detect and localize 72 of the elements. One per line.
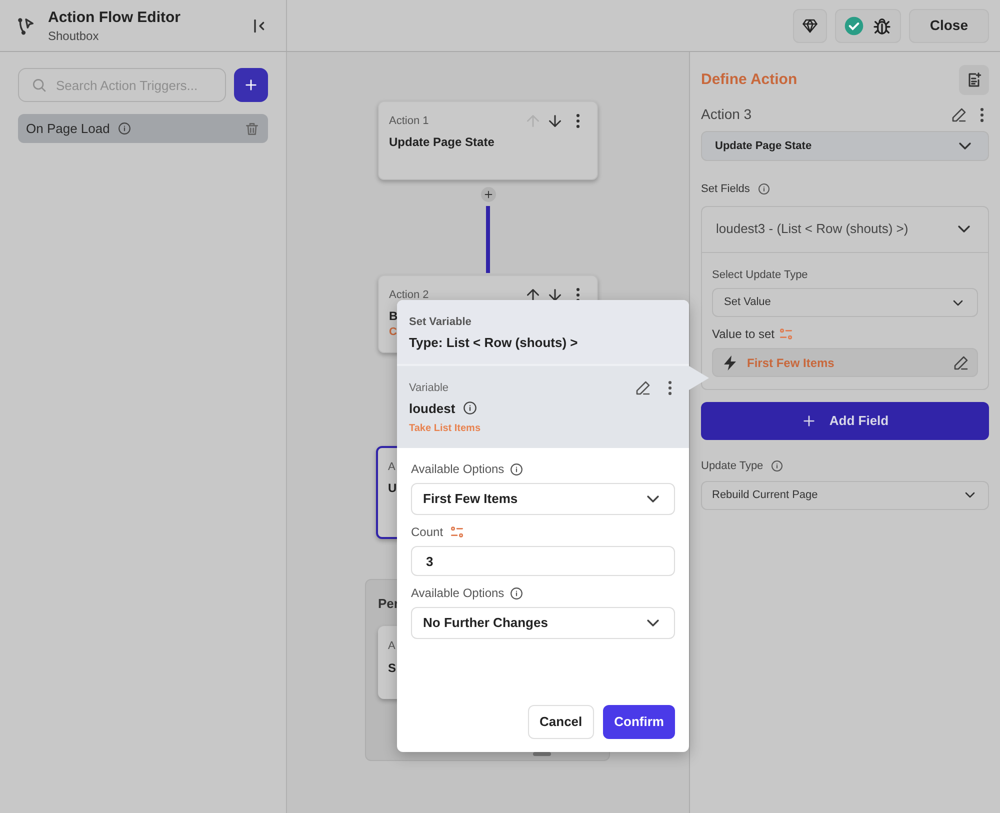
update-type-dropdown[interactable]: Set Value <box>712 288 978 317</box>
action-title: Update Page State <box>389 134 494 150</box>
icon-button[interactable] <box>792 8 827 42</box>
action-number: Action 1 <box>389 114 429 128</box>
variable-icon <box>778 326 794 342</box>
field-label: Variable <box>409 381 450 396</box>
section-label: Update Type <box>701 459 764 474</box>
info-icon <box>463 401 478 416</box>
more-icon[interactable] <box>980 108 984 122</box>
field-label: Select Update Type <box>712 268 809 282</box>
variable-name: loudest <box>409 400 456 418</box>
info-icon <box>510 586 524 600</box>
search-field[interactable]: Search Action Triggers... <box>18 68 226 102</box>
pencil-icon[interactable] <box>951 106 967 122</box>
action-subtitle: C <box>389 325 397 340</box>
debug-button[interactable] <box>834 8 901 42</box>
action-title: B <box>389 308 398 324</box>
plus-icon <box>482 189 494 200</box>
lightning-icon <box>721 354 739 372</box>
trash-icon <box>244 120 260 136</box>
action-label: Action 3 <box>701 105 753 124</box>
confirm-button[interactable]: Confirm <box>603 705 675 739</box>
field-label: Available Options <box>411 461 504 478</box>
action-number: A <box>388 639 396 654</box>
bug-icon <box>872 16 892 36</box>
action-type-dropdown[interactable]: Update Page State <box>701 131 989 161</box>
trigger-label: On Page Load <box>26 120 110 138</box>
info-icon <box>758 183 770 196</box>
field-label: Count <box>411 524 444 541</box>
search-icon <box>31 77 47 93</box>
trigger-item[interactable]: On Page Load <box>18 114 268 143</box>
group-title: Per <box>378 596 399 611</box>
action-title: U <box>388 480 397 496</box>
panel-title: Define Action <box>701 70 798 90</box>
arrow-up-icon[interactable] <box>527 288 539 302</box>
popup-title: Type: List < Row (shouts) > <box>409 334 579 352</box>
popup-subtitle: Set Variable <box>409 315 472 330</box>
project-name: Shoutbox <box>48 28 100 44</box>
arrow-down-icon <box>549 114 561 128</box>
transform-name: Take List Items <box>409 422 482 436</box>
options-dropdown[interactable]: First Few Items <box>411 483 675 515</box>
more-icon <box>576 114 580 128</box>
field-label: Value to set <box>712 326 774 343</box>
field-label: Available Options <box>411 585 504 602</box>
action-number: A <box>388 460 396 474</box>
arrow-down-icon <box>549 288 561 302</box>
cancel-button[interactable]: Cancel <box>528 705 594 739</box>
plus-icon <box>243 77 259 93</box>
diamond-icon <box>802 18 818 34</box>
flow-icon <box>16 16 36 36</box>
add-field-button[interactable]: Add Field <box>701 402 989 440</box>
info-icon <box>771 460 784 472</box>
add-note-button[interactable] <box>959 65 989 95</box>
editor-title: Action Flow Editor <box>48 8 182 28</box>
add-trigger-button[interactable] <box>234 68 268 102</box>
count-field[interactable]: 3 <box>411 546 675 576</box>
add-action-button[interactable] <box>480 187 496 202</box>
more-icon[interactable] <box>668 381 672 396</box>
pencil-icon <box>953 354 969 370</box>
close-button[interactable]: Close <box>908 8 989 42</box>
update-type-dropdown[interactable]: Rebuild Current Page <box>701 480 989 510</box>
info-icon <box>510 462 524 476</box>
pencil-icon[interactable] <box>635 380 651 396</box>
action-number: Action 2 <box>389 288 429 302</box>
info-icon <box>118 122 131 135</box>
variable-icon <box>449 524 466 540</box>
field-dropdown[interactable]: loudest3 - (List < Row (shouts) >) <box>702 206 988 252</box>
section-label: Set Fields <box>701 182 750 197</box>
options-dropdown[interactable]: No Further Changes <box>411 607 675 639</box>
action-card[interactable]: Action 1 Update Page State <box>378 101 598 180</box>
action-title: S <box>388 660 396 676</box>
resize-handle[interactable] <box>533 752 551 756</box>
